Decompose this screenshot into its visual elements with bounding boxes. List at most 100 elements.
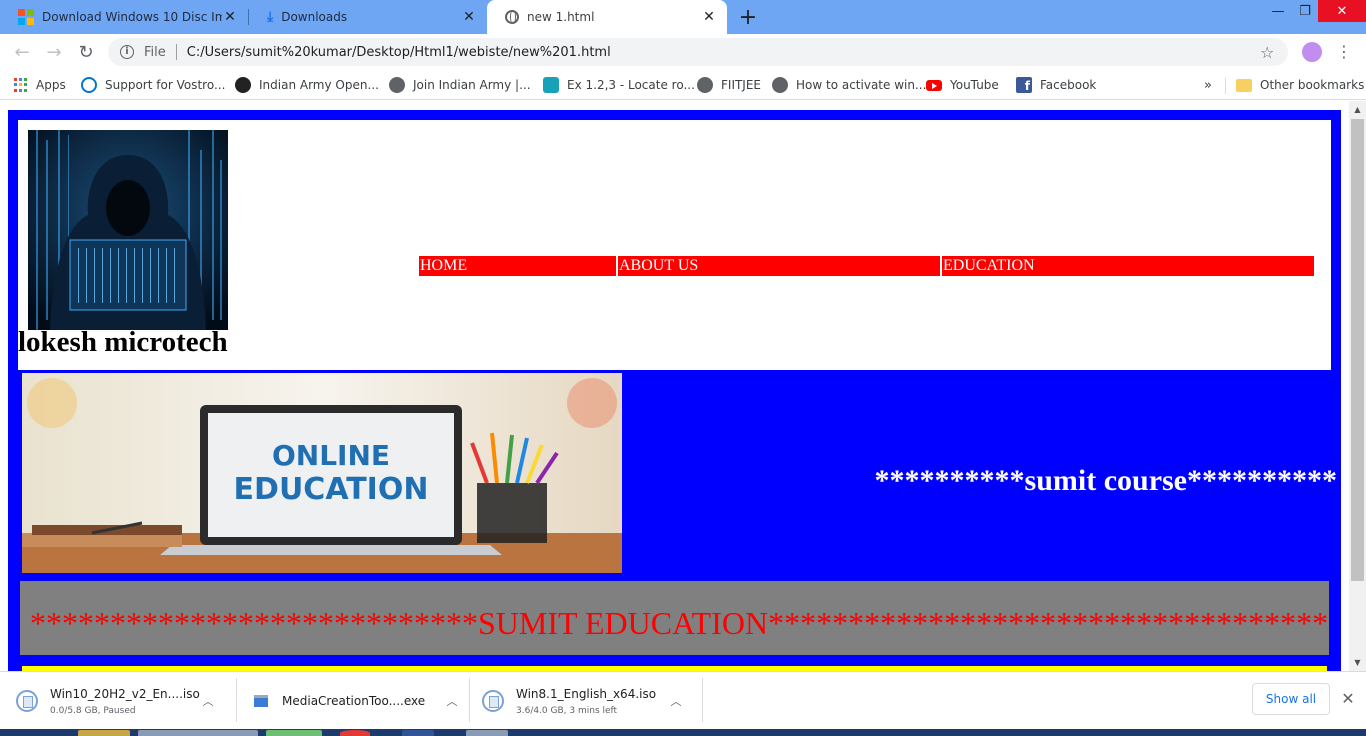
bookmark-label: How to activate win... bbox=[796, 78, 927, 92]
globe-icon bbox=[772, 77, 788, 93]
divider bbox=[236, 678, 237, 722]
download-name: Win8.1_English_x64.iso bbox=[516, 686, 657, 701]
address-bar[interactable]: i File C:/Users/sumit%20kumar/Desktop/Ht… bbox=[108, 38, 1288, 66]
new-tab-button[interactable]: + bbox=[736, 5, 760, 30]
globe-icon bbox=[697, 77, 713, 93]
taskbar-item[interactable] bbox=[266, 730, 322, 736]
restore-button[interactable]: ❐ bbox=[1292, 0, 1318, 22]
divider bbox=[175, 44, 177, 60]
bookmark-fiitjee[interactable]: FIITJEE bbox=[697, 75, 761, 95]
online-education-image: ONLINE EDUCATION bbox=[22, 373, 622, 573]
divider bbox=[1225, 78, 1226, 94]
nav-home[interactable]: HOME bbox=[419, 256, 616, 276]
vertical-scrollbar[interactable]: ▲ ▼ bbox=[1349, 101, 1366, 671]
scroll-thumb[interactable] bbox=[1351, 119, 1364, 581]
tab-new-1-html[interactable]: new 1.html ✕ bbox=[487, 0, 727, 34]
site-icon bbox=[235, 77, 251, 93]
page-body: lokesh microtech HOME ABOUT US EDUCATION bbox=[8, 110, 1341, 671]
back-button[interactable]: ← bbox=[10, 40, 34, 64]
url-scheme: File bbox=[144, 44, 166, 60]
scroll-down-arrow-icon[interactable]: ▼ bbox=[1349, 654, 1366, 671]
bookmark-activate-windows[interactable]: How to activate win... bbox=[772, 75, 926, 95]
more-menu-icon[interactable]: ⋮ bbox=[1336, 42, 1352, 62]
window-close-button[interactable]: ✕ bbox=[1318, 0, 1366, 22]
hero-text-online: ONLINE bbox=[272, 439, 390, 472]
forward-button[interactable]: → bbox=[42, 40, 66, 64]
scroll-up-arrow-icon[interactable]: ▲ bbox=[1349, 101, 1366, 118]
chevron-up-icon[interactable]: ︿ bbox=[668, 693, 684, 709]
close-icon[interactable]: ✕ bbox=[1338, 689, 1358, 709]
windows-logo-icon bbox=[18, 9, 34, 25]
tab-downloads[interactable]: ⤓ Downloads ✕ bbox=[249, 0, 487, 34]
banner-text: ****************************SUMIT EDUCAT… bbox=[30, 605, 1329, 641]
download-name: MediaCreationToo....exe bbox=[282, 694, 426, 708]
site-icon bbox=[543, 77, 559, 93]
bookmarks-overflow-button[interactable]: » bbox=[1204, 75, 1212, 95]
sumit-education-banner: ****************************SUMIT EDUCAT… bbox=[20, 581, 1329, 655]
globe-icon bbox=[389, 77, 405, 93]
chevron-up-icon[interactable]: ︿ bbox=[200, 693, 216, 709]
show-all-button[interactable]: Show all bbox=[1252, 683, 1330, 715]
bookmark-ex-locate[interactable]: Ex 1.2,3 - Locate ro... bbox=[543, 75, 695, 95]
bookmark-label: Join Indian Army |... bbox=[413, 78, 531, 92]
hacker-image bbox=[28, 130, 228, 330]
bookmark-label: Indian Army Open... bbox=[259, 78, 379, 92]
download-item-mediacreation[interactable]: MediaCreationToo....exe ︿ bbox=[250, 678, 460, 724]
taskbar-item[interactable] bbox=[466, 730, 508, 736]
folder-icon bbox=[1236, 78, 1252, 92]
url-text[interactable]: C:/Users/sumit%20kumar/Desktop/Html1/web… bbox=[187, 45, 1260, 60]
download-item-win10[interactable]: Win10_20H2_v2_En....iso 0.0/5.8 GB, Paus… bbox=[16, 678, 226, 724]
site-nav: HOME ABOUT US EDUCATION bbox=[419, 256, 1314, 276]
exe-file-icon bbox=[254, 695, 268, 707]
dell-icon bbox=[81, 77, 97, 93]
divider bbox=[702, 678, 703, 722]
bookmark-label: Ex 1.2,3 - Locate ro... bbox=[567, 78, 695, 92]
taskbar bbox=[0, 729, 1366, 736]
bookmark-vostro[interactable]: Support for Vostro... bbox=[81, 75, 225, 95]
download-status: 3.6/4.0 GB, 3 mins left bbox=[516, 705, 618, 716]
apps-grid-icon bbox=[14, 78, 28, 92]
nav-education[interactable]: EDUCATION bbox=[942, 256, 1314, 276]
tab-title: Download Windows 10 Disc Imag bbox=[42, 10, 222, 24]
taskbar-item[interactable] bbox=[402, 730, 434, 736]
nav-about-us[interactable]: ABOUT US bbox=[618, 256, 940, 276]
bookmark-facebook[interactable]: f Facebook bbox=[1016, 75, 1096, 95]
reload-button[interactable]: ↻ bbox=[74, 40, 98, 64]
bookmark-join-indian-army[interactable]: Join Indian Army |... bbox=[389, 75, 531, 95]
close-icon[interactable]: ✕ bbox=[222, 9, 238, 25]
globe-icon bbox=[505, 10, 519, 24]
download-item-win81[interactable]: Win8.1_English_x64.iso 3.6/4.0 GB, 3 min… bbox=[482, 678, 692, 724]
hero-text-education: EDUCATION bbox=[234, 472, 429, 507]
taskbar-item[interactable] bbox=[138, 730, 258, 736]
taskbar-item[interactable] bbox=[340, 730, 370, 736]
star-icon[interactable]: ☆ bbox=[1260, 43, 1280, 62]
close-icon[interactable]: ✕ bbox=[461, 9, 477, 25]
iso-file-icon bbox=[482, 690, 504, 712]
facebook-icon: f bbox=[1016, 77, 1032, 93]
other-bookmarks[interactable]: Other bookmarks bbox=[1236, 75, 1364, 95]
site-header: lokesh microtech HOME ABOUT US EDUCATION bbox=[18, 120, 1331, 370]
download-name: Win10_20H2_v2_En....iso bbox=[50, 686, 200, 701]
bookmark-label: YouTube bbox=[950, 78, 999, 92]
info-icon[interactable]: i bbox=[120, 45, 134, 59]
profile-avatar[interactable] bbox=[1302, 42, 1322, 62]
divider bbox=[469, 678, 470, 722]
download-icon: ⤓ bbox=[267, 9, 274, 25]
chevron-up-icon[interactable]: ︿ bbox=[444, 693, 460, 709]
bookmark-youtube[interactable]: YouTube bbox=[926, 75, 999, 95]
download-status: 0.0/5.8 GB, Paused bbox=[50, 705, 136, 716]
taskbar-item[interactable] bbox=[78, 730, 130, 736]
bookmark-apps[interactable]: Apps bbox=[14, 75, 66, 95]
tab-title: Downloads bbox=[281, 10, 348, 24]
bookmarks-bar: Apps Support for Vostro... Indian Army O… bbox=[0, 70, 1366, 100]
minimize-button[interactable]: — bbox=[1264, 0, 1292, 22]
bookmark-label: Other bookmarks bbox=[1260, 78, 1365, 92]
site-brand: lokesh microtech bbox=[18, 326, 228, 358]
bookmark-label: FIITJEE bbox=[721, 78, 762, 92]
close-icon[interactable]: ✕ bbox=[701, 9, 717, 25]
youtube-icon bbox=[926, 79, 942, 91]
course-heading: **********sumit course********** bbox=[874, 464, 1337, 497]
tab-windows-download[interactable]: Download Windows 10 Disc Imag ✕ bbox=[0, 0, 248, 34]
bookmark-indian-army-open[interactable]: Indian Army Open... bbox=[235, 75, 379, 95]
iso-file-icon bbox=[16, 690, 38, 712]
